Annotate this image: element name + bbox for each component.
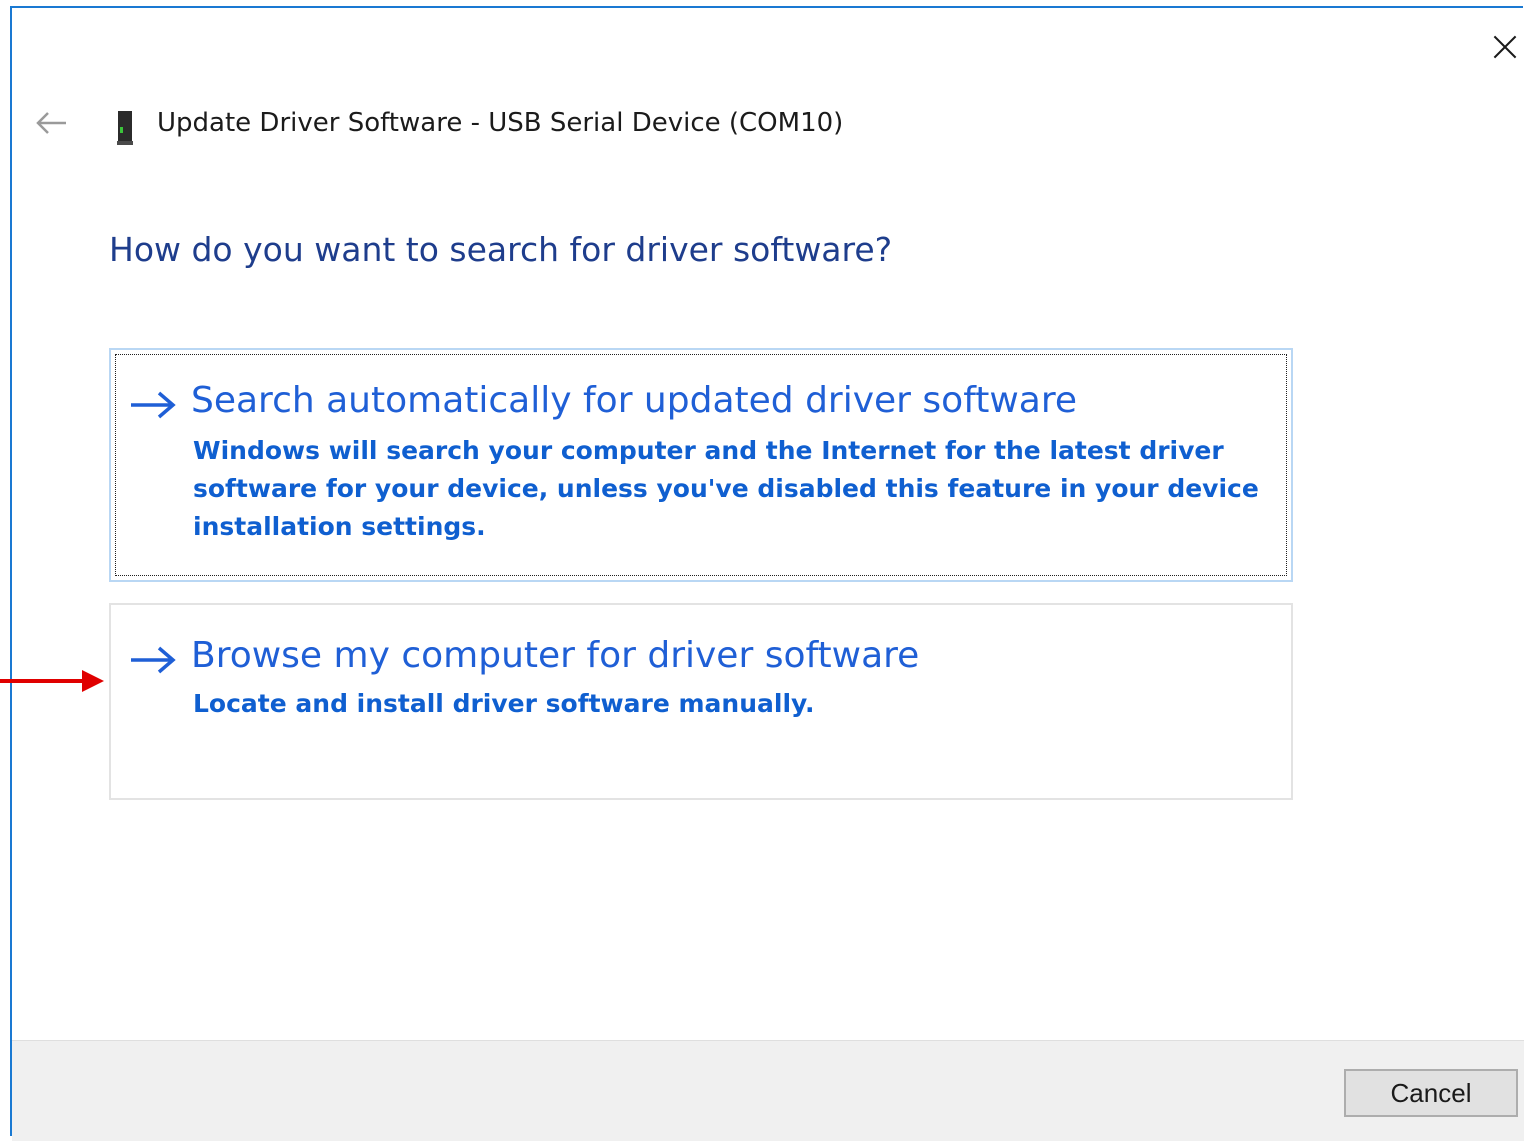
back-arrow-icon[interactable] (34, 108, 70, 138)
browse-computer-option[interactable]: Browse my computer for driver software L… (109, 603, 1293, 800)
option-description: Windows will search your computer and th… (193, 436, 1259, 541)
update-driver-dialog: Update Driver Software - USB Serial Devi… (10, 6, 1524, 1141)
page-heading: How do you want to search for driver sof… (109, 230, 893, 269)
cancel-button[interactable]: Cancel (1344, 1069, 1518, 1117)
option-title[interactable]: Browse my computer for driver software (191, 635, 919, 676)
close-icon[interactable] (1488, 30, 1522, 64)
dialog-footer: Cancel (12, 1040, 1524, 1141)
option-description: Locate and install driver software manua… (193, 689, 815, 718)
right-arrow-icon (129, 645, 177, 675)
red-pointer-arrow-icon (0, 668, 104, 694)
dialog-title: Update Driver Software - USB Serial Devi… (157, 108, 844, 138)
search-automatically-option[interactable]: Search automatically for updated driver … (109, 348, 1293, 582)
option-title[interactable]: Search automatically for updated driver … (191, 380, 1077, 421)
usb-device-icon (117, 111, 133, 145)
right-arrow-icon (129, 390, 177, 420)
